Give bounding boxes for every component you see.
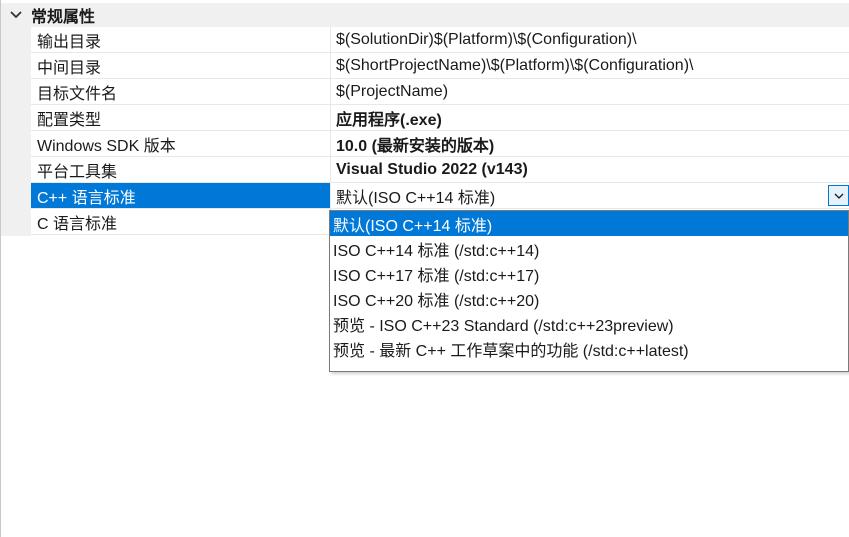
grid-gutter [1,27,31,236]
category-header[interactable]: 常规属性 [1,3,849,27]
property-name: C++ 语言标准 [31,183,331,209]
property-name: 输出目录 [31,27,331,53]
dropdown-option-cpp-latest[interactable]: 预览 - 最新 C++ 工作草案中的功能 (/std:c++latest) [330,336,848,361]
dropdown-option-cpp14[interactable]: ISO C++14 标准 (/std:c++14) [330,236,848,261]
combobox-value: 默认(ISO C++14 标准) [336,189,496,207]
property-value[interactable]: $(SolutionDir)$(Platform)\$(Configuratio… [331,27,849,53]
property-value[interactable]: 10.0 (最新安装的版本) [331,131,849,157]
property-name: 配置类型 [31,105,331,131]
property-value[interactable]: $(ShortProjectName)\$(Platform)\$(Config… [331,53,849,79]
combobox-dropdown-button[interactable] [828,185,849,206]
property-row-intermediate-dir[interactable]: 中间目录 $(ShortProjectName)\$(Platform)\$(C… [31,53,849,79]
property-row-target-name[interactable]: 目标文件名 $(ProjectName) [31,79,849,105]
property-value[interactable]: $(ProjectName) [331,79,849,105]
property-name: Windows SDK 版本 [31,131,331,157]
chevron-down-icon[interactable] [1,11,31,19]
property-name: C 语言标准 [31,209,331,235]
property-row-sdk-version[interactable]: Windows SDK 版本 10.0 (最新安装的版本) [31,131,849,157]
dropdown-option-cpp23-preview[interactable]: 预览 - ISO C++23 Standard (/std:c++23previ… [330,311,848,336]
chevron-down-icon [834,193,843,199]
property-row-platform-toolset[interactable]: 平台工具集 Visual Studio 2022 (v143) [31,157,849,183]
property-row-cpp-standard[interactable]: C++ 语言标准 默认(ISO C++14 标准) [31,183,849,209]
cpp-standard-combobox[interactable]: 默认(ISO C++14 标准) [331,183,849,209]
property-row-output-dir[interactable]: 输出目录 $(SolutionDir)$(Platform)\$(Configu… [31,27,849,53]
property-name: 平台工具集 [31,157,331,183]
property-name: 中间目录 [31,53,331,79]
dropdown-option-default[interactable]: 默认(ISO C++14 标准) [330,211,848,236]
cpp-standard-dropdown-list[interactable]: 默认(ISO C++14 标准) ISO C++14 标准 (/std:c++1… [329,210,849,372]
dropdown-option-cpp20[interactable]: ISO C++20 标准 (/std:c++20) [330,286,848,311]
property-row-configuration-type[interactable]: 配置类型 应用程序(.exe) [31,105,849,131]
property-value[interactable]: 应用程序(.exe) [331,105,849,131]
property-name: 目标文件名 [31,79,331,105]
property-value[interactable]: Visual Studio 2022 (v143) [331,157,849,183]
dropdown-option-cpp17[interactable]: ISO C++17 标准 (/std:c++17) [330,261,848,286]
category-title: 常规属性 [31,9,96,26]
